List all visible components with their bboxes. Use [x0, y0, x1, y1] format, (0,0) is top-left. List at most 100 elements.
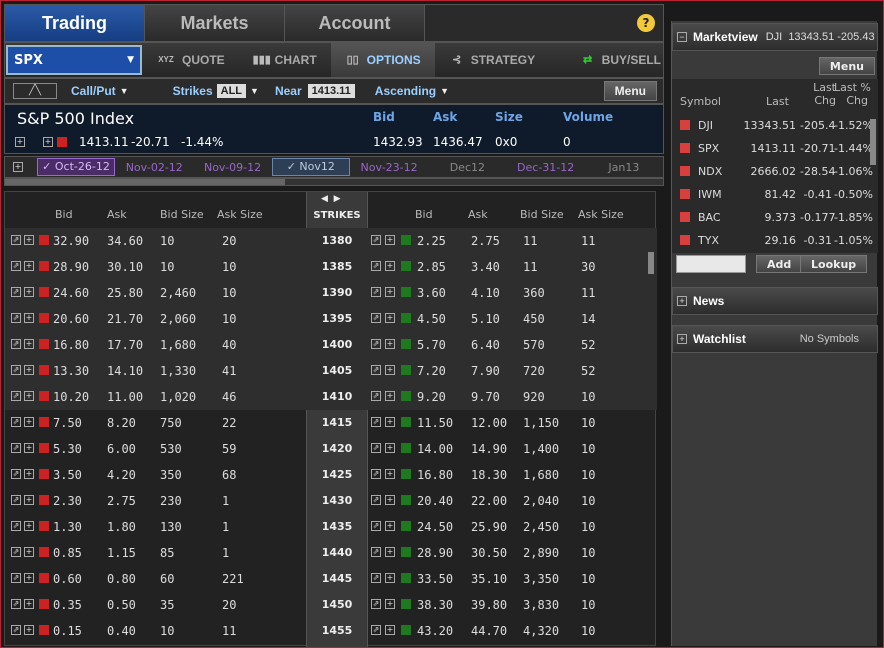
chain-row[interactable]: ⇗ +5.30 6.00 530 59 1420 ⇗ +14.00 14.90 1,400 10 — [5, 436, 657, 462]
filter-menu-button[interactable]: Menu — [603, 81, 657, 101]
expand-icon[interactable]: + — [677, 334, 687, 344]
chain-row[interactable]: ⇗ +2.30 2.75 230 1 1430 ⇗ +20.40 22.00 2,040 10 — [5, 488, 657, 514]
trade-icon[interactable]: ⇗ — [11, 521, 21, 531]
add-icon[interactable]: + — [24, 495, 34, 505]
call-put-label[interactable]: Call/Put — [71, 84, 116, 98]
symbol-lookup-input[interactable] — [676, 255, 746, 273]
add-icon[interactable]: + — [24, 599, 34, 609]
add-icon[interactable]: + — [43, 137, 53, 147]
add-icon[interactable]: + — [24, 417, 34, 427]
expiration-nov-09-12[interactable]: Nov-09-12 — [193, 161, 271, 174]
marketview-row[interactable]: TYX 29.16 -0.31 -1.05% — [676, 230, 874, 252]
chain-row[interactable]: ⇗ +0.35 0.50 35 20 1450 ⇗ +38.30 39.80 3,830 10 — [5, 592, 657, 618]
add-icon[interactable]: + — [385, 547, 395, 557]
expiration-jan13[interactable]: Jan13 — [585, 161, 663, 174]
trade-icon[interactable]: ⇗ — [371, 391, 381, 401]
marketview-row[interactable]: DJI 13343.51 -205.4 -1.52% — [676, 115, 874, 137]
trade-icon[interactable]: ⇗ — [11, 339, 21, 349]
marketview-row[interactable]: SPX 1413.11 -20.71 -1.44% — [676, 138, 874, 160]
news-header[interactable]: + News — [672, 287, 878, 315]
tab-markets[interactable]: Markets — [145, 5, 285, 41]
trade-icon[interactable]: ⇗ — [371, 573, 381, 583]
add-icon[interactable]: + — [24, 339, 34, 349]
trade-icon[interactable]: ⇗ — [371, 313, 381, 323]
add-icon[interactable]: + — [24, 547, 34, 557]
chain-row[interactable]: ⇗ +20.60 21.70 2,060 10 1395 ⇗ +4.50 5.10 450 14 — [5, 306, 657, 332]
marketview-row[interactable]: BAC 9.373 -0.177 -1.85% — [676, 207, 874, 229]
vertical-scroll-thumb[interactable] — [648, 252, 654, 274]
marketview-row[interactable]: NDX 2666.02 -28.54 -1.06% — [676, 161, 874, 183]
add-icon[interactable]: + — [385, 365, 395, 375]
options-button[interactable]: ▯▯ OPTIONS — [330, 43, 435, 77]
trade-icon[interactable]: ⇗ — [11, 599, 21, 609]
chain-row[interactable]: ⇗ +0.85 1.15 85 1 1440 ⇗ +28.90 30.50 2,890 10 — [5, 540, 657, 566]
add-icon[interactable]: + — [24, 235, 34, 245]
trade-icon[interactable]: ⇗ — [371, 625, 381, 635]
trade-icon[interactable]: ⇗ — [11, 547, 21, 557]
add-icon[interactable]: + — [24, 625, 34, 635]
expand-icon[interactable]: + — [15, 137, 25, 147]
add-icon[interactable]: + — [24, 287, 34, 297]
expiration-oct-26-12[interactable]: ✓ Oct-26-12 — [36, 158, 116, 176]
chain-row[interactable]: ⇗ +0.60 0.80 60 221 1445 ⇗ +33.50 35.10 3,350 10 — [5, 566, 657, 592]
add-icon[interactable]: + — [24, 313, 34, 323]
trade-icon[interactable]: ⇗ — [371, 547, 381, 557]
add-icon[interactable]: + — [385, 313, 395, 323]
add-icon[interactable]: + — [24, 365, 34, 375]
add-icon[interactable]: + — [385, 339, 395, 349]
add-icon[interactable]: + — [385, 287, 395, 297]
chain-row[interactable]: ⇗ +28.90 30.10 10 10 1385 ⇗ +2.85 3.40 11 30 — [5, 254, 657, 280]
trade-icon[interactable]: ⇗ — [11, 287, 21, 297]
trade-icon[interactable]: ⇗ — [371, 521, 381, 531]
trade-icon[interactable]: ⇗ — [371, 469, 381, 479]
chain-row[interactable]: ⇗ +24.60 25.80 2,460 10 1390 ⇗ +3.60 4.10 360 11 — [5, 280, 657, 306]
trade-icon[interactable]: ⇗ — [11, 469, 21, 479]
marketview-menu-button[interactable]: Menu — [818, 57, 875, 75]
add-icon[interactable]: + — [24, 261, 34, 271]
scroll-thumb[interactable] — [5, 179, 285, 185]
trade-icon[interactable]: ⇗ — [11, 417, 21, 427]
add-icon[interactable]: + — [385, 599, 395, 609]
add-icon[interactable]: + — [385, 391, 395, 401]
trade-icon[interactable]: ⇗ — [11, 573, 21, 583]
trade-icon[interactable]: ⇗ — [371, 235, 381, 245]
expiration-dec12[interactable]: Dec12 — [428, 161, 506, 174]
add-icon[interactable]: + — [385, 235, 395, 245]
trade-icon[interactable]: ⇗ — [11, 235, 21, 245]
strikes-value[interactable]: ALL — [216, 84, 247, 98]
strategy-button[interactable]: ⊰ STRATEGY — [435, 43, 549, 77]
trade-icon[interactable]: ⇗ — [371, 495, 381, 505]
expiration-dec-31-12[interactable]: Dec-31-12 — [506, 161, 584, 174]
add-icon[interactable]: + — [24, 443, 34, 453]
add-icon[interactable]: + — [24, 469, 34, 479]
chain-row[interactable]: ⇗ +16.80 17.70 1,680 40 1400 ⇗ +5.70 6.40 570 52 — [5, 332, 657, 358]
marketview-header[interactable]: − Marketview DJI 13343.51 -205.43 — [672, 23, 878, 51]
expand-icon[interactable]: + — [677, 296, 687, 306]
add-icon[interactable]: + — [24, 573, 34, 583]
add-icon[interactable]: + — [385, 573, 395, 583]
add-icon[interactable]: + — [385, 469, 395, 479]
add-icon[interactable]: + — [385, 521, 395, 531]
trade-icon[interactable]: ⇗ — [11, 443, 21, 453]
symbol-select[interactable]: SPX ▼ — [6, 45, 142, 75]
trade-icon[interactable]: ⇗ — [371, 365, 381, 375]
near-value[interactable]: 1413.11 — [307, 84, 355, 98]
trade-icon[interactable]: ⇗ — [371, 261, 381, 271]
help-icon[interactable]: ? — [637, 14, 655, 32]
strike-nav-arrows[interactable]: ◀ ▶ — [321, 194, 341, 204]
order-dropdown-icon[interactable]: ▼ — [440, 86, 449, 96]
add-icon[interactable]: + — [385, 495, 395, 505]
expiration-nov-02-12[interactable]: Nov-02-12 — [115, 161, 193, 174]
trade-icon[interactable]: ⇗ — [11, 625, 21, 635]
trade-icon[interactable]: ⇗ — [11, 261, 21, 271]
trade-icon[interactable]: ⇗ — [371, 287, 381, 297]
chain-row[interactable]: ⇗ +3.50 4.20 350 68 1425 ⇗ +16.80 18.30 1,680 10 — [5, 462, 657, 488]
chain-row[interactable]: ⇗ +10.20 11.00 1,020 46 1410 ⇗ +9.20 9.70 920 10 — [5, 384, 657, 410]
marketview-scrollbar[interactable] — [870, 119, 876, 165]
tab-trading[interactable]: Trading — [5, 5, 145, 41]
add-icon[interactable]: + — [385, 261, 395, 271]
add-icon[interactable]: + — [24, 521, 34, 531]
buy-sell-button[interactable]: ⇄ BUY/SELL — [566, 43, 663, 77]
chart-button[interactable]: ▮▮▮ CHART — [239, 43, 331, 77]
add-icon[interactable]: + — [24, 391, 34, 401]
